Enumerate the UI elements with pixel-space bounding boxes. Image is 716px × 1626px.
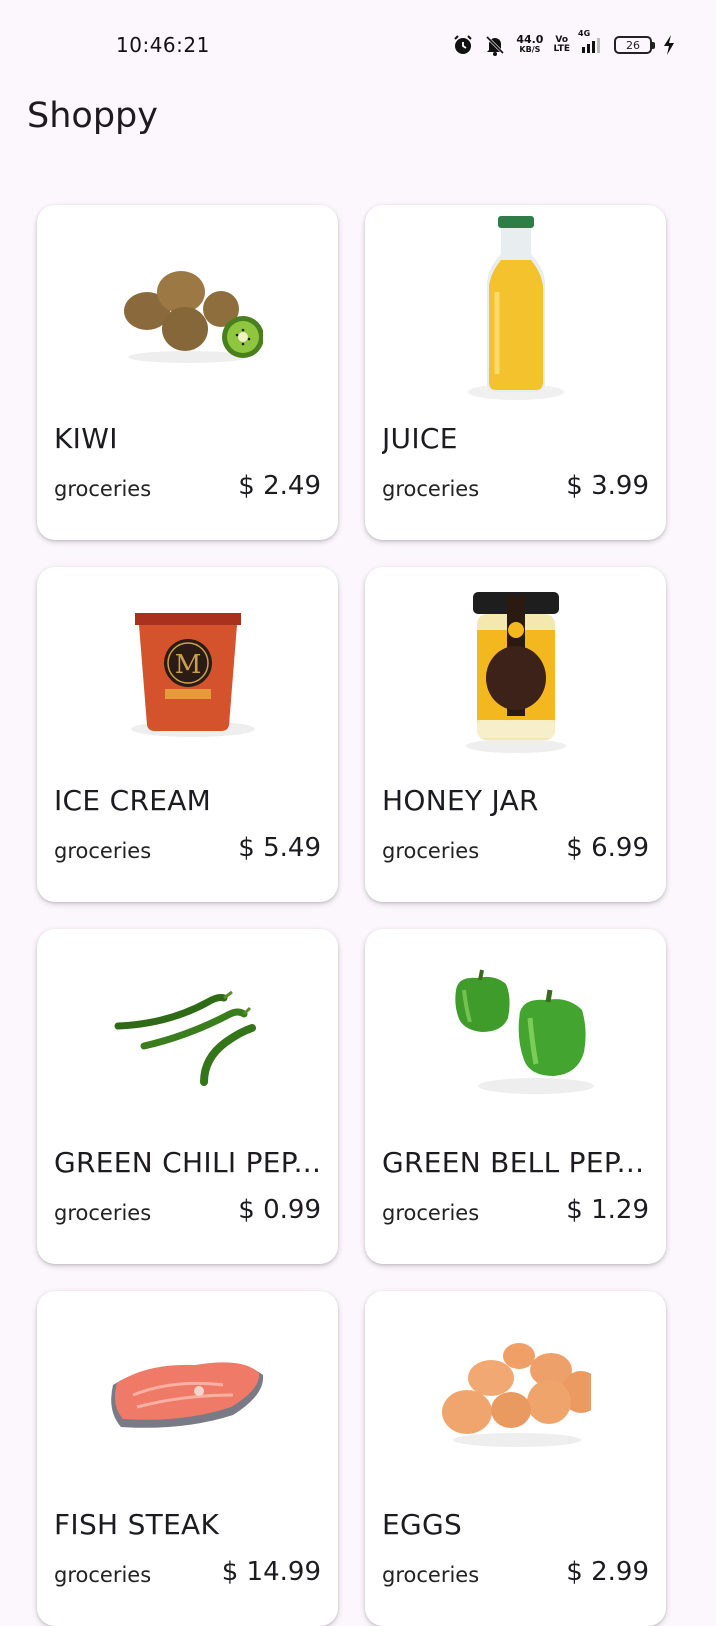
product-name: GREEN BELL PEP... [382, 1146, 645, 1179]
product-category: groceries [382, 477, 480, 501]
ice-cream-tub-image: M [37, 567, 338, 775]
product-price: $ 0.99 [238, 1195, 321, 1225]
net-speed-unit: KB/S [519, 45, 541, 54]
product-card[interactable]: KIWI groceries $ 2.49 [37, 205, 338, 540]
product-card[interactable]: GREEN CHILI PEP... groceries $ 0.99 [37, 929, 338, 1264]
eggs-image [365, 1291, 666, 1499]
product-category: groceries [382, 1201, 480, 1225]
product-grid: KIWI groceries $ 2.49 JUICE groceries $ … [37, 205, 680, 1626]
kiwi-image [37, 205, 338, 413]
battery-indicator: 26 [614, 36, 655, 54]
product-card[interactable]: JUICE groceries $ 3.99 [365, 205, 666, 540]
product-category: groceries [382, 839, 480, 863]
product-card[interactable]: HONEY JAR groceries $ 6.99 [365, 567, 666, 902]
product-price: $ 1.29 [566, 1195, 649, 1225]
product-card[interactable]: M ICE CREAM groceries $ 5.49 [37, 567, 338, 902]
product-name: GREEN CHILI PEP... [54, 1146, 322, 1179]
net-speed-value: 44.0 [516, 33, 544, 46]
product-price: $ 6.99 [566, 833, 649, 863]
product-name: FISH STEAK [54, 1508, 220, 1541]
status-bar: 10:46:21 44.0 KB/S Vo LTE 4G 26 [0, 0, 716, 90]
svg-text:M: M [174, 650, 201, 680]
product-price: $ 2.99 [566, 1557, 649, 1587]
fish-steak-image [37, 1291, 338, 1499]
product-price: $ 14.99 [221, 1557, 321, 1587]
signal-icon: 4G [578, 29, 604, 55]
volte-indicator: Vo LTE [553, 36, 570, 54]
battery-level: 26 [626, 38, 640, 52]
product-name: ICE CREAM [54, 784, 212, 817]
product-category: groceries [54, 1563, 152, 1587]
charging-bolt-icon [662, 34, 676, 56]
product-name: EGGS [382, 1508, 463, 1541]
mute-bell-icon [484, 34, 506, 56]
honey-jar-image [365, 567, 666, 775]
product-price: $ 5.49 [238, 833, 321, 863]
volte-bottom: LTE [553, 44, 570, 54]
product-card[interactable]: FISH STEAK groceries $ 14.99 [37, 1291, 338, 1626]
product-name: HONEY JAR [382, 784, 539, 817]
status-icons: 44.0 KB/S Vo LTE 4G 26 [452, 29, 676, 58]
product-name: KIWI [54, 422, 118, 455]
net-speed: 44.0 KB/S [516, 33, 544, 55]
product-name: JUICE [382, 422, 458, 455]
app-title: Shoppy [27, 96, 158, 136]
product-price: $ 3.99 [566, 471, 649, 501]
product-card[interactable]: GREEN BELL PEP... groceries $ 1.29 [365, 929, 666, 1264]
product-card[interactable]: EGGS groceries $ 2.99 [365, 1291, 666, 1626]
alarm-icon [452, 34, 474, 56]
green-chili-image [37, 929, 338, 1137]
network-type: 4G [578, 29, 591, 38]
product-category: groceries [54, 1201, 152, 1225]
bell-pepper-image [365, 929, 666, 1137]
status-time: 10:46:21 [116, 33, 210, 57]
product-category: groceries [54, 477, 152, 501]
product-price: $ 2.49 [238, 471, 321, 501]
product-category: groceries [382, 1563, 480, 1587]
product-category: groceries [54, 839, 152, 863]
juice-bottle-image [365, 205, 666, 413]
